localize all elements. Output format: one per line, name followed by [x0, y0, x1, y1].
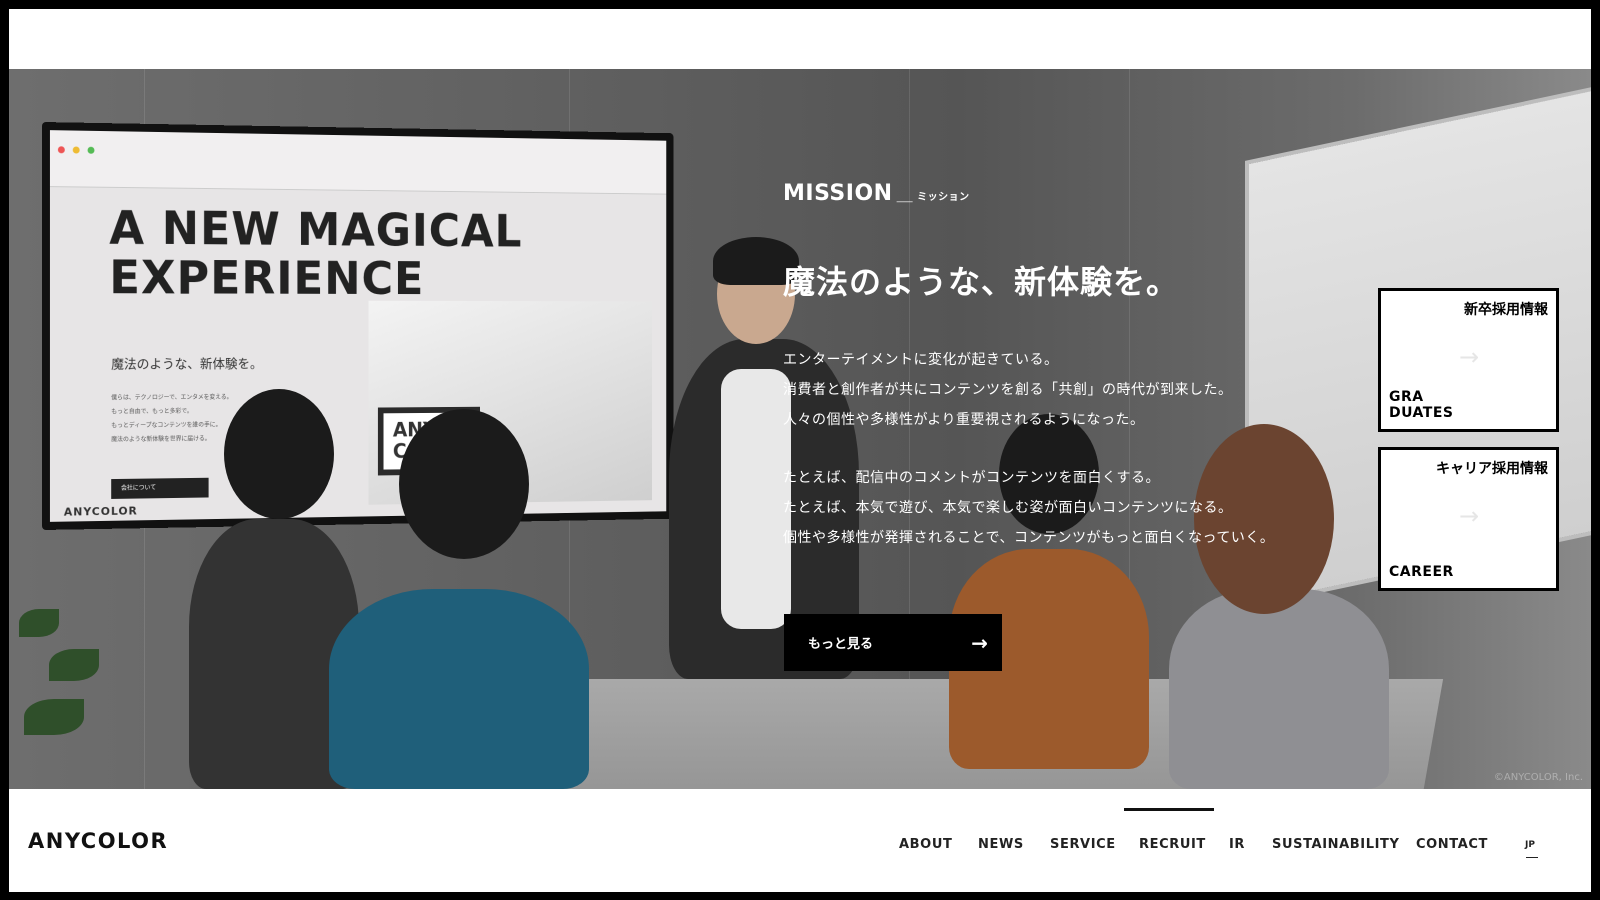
mission-headline: 魔法のような、新体験を。	[783, 257, 1179, 303]
tv-headline-line: A NEW MAGICAL	[109, 203, 522, 255]
language-switch[interactable]: JP	[1525, 840, 1535, 850]
mission-label: MISSION ＿ ミッション	[783, 181, 970, 206]
graduates-label-line: GRA	[1389, 389, 1424, 405]
mission-body-line: 消費者と創作者が共にコンテンツを創る「共創」の時代が到来した。	[783, 375, 1274, 405]
nav-item-contact[interactable]: CONTACT	[1416, 837, 1488, 852]
presenter-shirt	[721, 369, 791, 629]
mission-body-line: 人々の個性や多様性がより重要視されるようになった。	[783, 405, 1274, 435]
tv-body-line: もっとディープなコンテンツを誰の手に。	[111, 418, 232, 433]
mission-body-line: たとえば、本気で遊び、本気で楽しむ姿が面白いコンテンツになる。	[783, 493, 1274, 523]
career-card-jp-label: キャリア採用情報	[1436, 458, 1548, 478]
nav-item-ir[interactable]: IR	[1229, 837, 1245, 852]
maximize-dot-icon	[88, 147, 95, 154]
graduates-recruit-card[interactable]: 新卒採用情報 → GRA DUATES	[1378, 288, 1559, 432]
mission-body: エンターテイメントに変化が起きている。 消費者と創作者が共にコンテンツを創る「共…	[783, 345, 1274, 553]
tv-subtitle: 魔法のような、新体験を。	[111, 353, 262, 372]
graduates-card-en-label: GRA DUATES	[1389, 389, 1454, 421]
hero-section: ANY CO A NEW MAGICAL EXPERIENCE 魔法のような、新…	[9, 69, 1591, 789]
arrow-right-icon: →	[1459, 502, 1479, 530]
tv-browser-bar	[50, 130, 666, 194]
career-card-en-label: CAREER	[1389, 564, 1454, 580]
nav-item-service[interactable]: SERVICE	[1050, 837, 1116, 852]
tv-headline-line: EXPERIENCE	[109, 252, 522, 303]
plant-leaf	[49, 649, 99, 681]
close-dot-icon	[58, 146, 65, 153]
mission-label-en: MISSION	[783, 181, 893, 206]
attendee-body	[1169, 589, 1389, 789]
mission-body-line: エンターテイメントに変化が起きている。	[783, 345, 1274, 375]
language-underline	[1526, 857, 1538, 858]
minimize-dot-icon	[73, 146, 80, 153]
tv-body-line: もっと自由で、もっと多彩で。	[111, 405, 232, 420]
tv-body-line: 僕らは、テクノロジーで、エンタメを変える。	[111, 391, 232, 406]
copyright: ©ANYCOLOR, Inc.	[1494, 772, 1583, 783]
main-nav: ABOUT NEWS SERVICE RECRUIT IR SUSTAINABI…	[9, 837, 1591, 857]
more-button[interactable]: もっと見る →	[784, 614, 1002, 671]
nav-item-news[interactable]: NEWS	[978, 837, 1024, 852]
tv-logo: ANYCOLOR	[64, 504, 138, 518]
attendee-body	[329, 589, 589, 789]
tv-about-button: 会社について	[111, 478, 208, 499]
more-button-label: もっと見る	[808, 633, 873, 652]
graduates-label-line: DUATES	[1389, 405, 1454, 421]
attendee-head	[399, 409, 529, 559]
paragraph-gap	[783, 435, 1274, 463]
mission-separator: ＿	[897, 185, 914, 204]
mission-body-line: 個性や多様性が発揮されることで、コンテンツがもっと面白くなっていく。	[783, 523, 1274, 553]
nav-item-recruit[interactable]: RECRUIT	[1139, 837, 1206, 852]
tv-screen: ANY CO A NEW MAGICAL EXPERIENCE 魔法のような、新…	[50, 130, 666, 522]
tv-monitor: ANY CO A NEW MAGICAL EXPERIENCE 魔法のような、新…	[42, 122, 673, 530]
graduates-card-jp-label: 新卒採用情報	[1464, 299, 1548, 319]
nav-item-sustainability[interactable]: SUSTAINABILITY	[1272, 837, 1400, 852]
tv-body-line: 魔法のような新体験を世界に届ける。	[111, 432, 232, 447]
nav-item-about[interactable]: ABOUT	[899, 837, 952, 852]
arrow-right-icon: →	[971, 631, 988, 655]
nav-active-indicator	[1124, 808, 1214, 811]
mission-body-line: たとえば、配信中のコメントがコンテンツを面白くする。	[783, 463, 1274, 493]
page: ANY CO A NEW MAGICAL EXPERIENCE 魔法のような、新…	[9, 9, 1591, 892]
tv-body-text: 僕らは、テクノロジーで、エンタメを変える。 もっと自由で、もっと多彩で。 もっと…	[111, 391, 232, 447]
window-controls	[58, 138, 98, 158]
career-recruit-card[interactable]: キャリア採用情報 → CAREER	[1378, 447, 1559, 591]
attendee-head	[224, 389, 334, 519]
mission-label-kana: ミッション	[917, 192, 970, 203]
tv-headline: A NEW MAGICAL EXPERIENCE	[109, 203, 522, 303]
plant-leaf	[19, 609, 59, 637]
plant-leaf	[24, 699, 84, 735]
arrow-right-icon: →	[1459, 343, 1479, 371]
